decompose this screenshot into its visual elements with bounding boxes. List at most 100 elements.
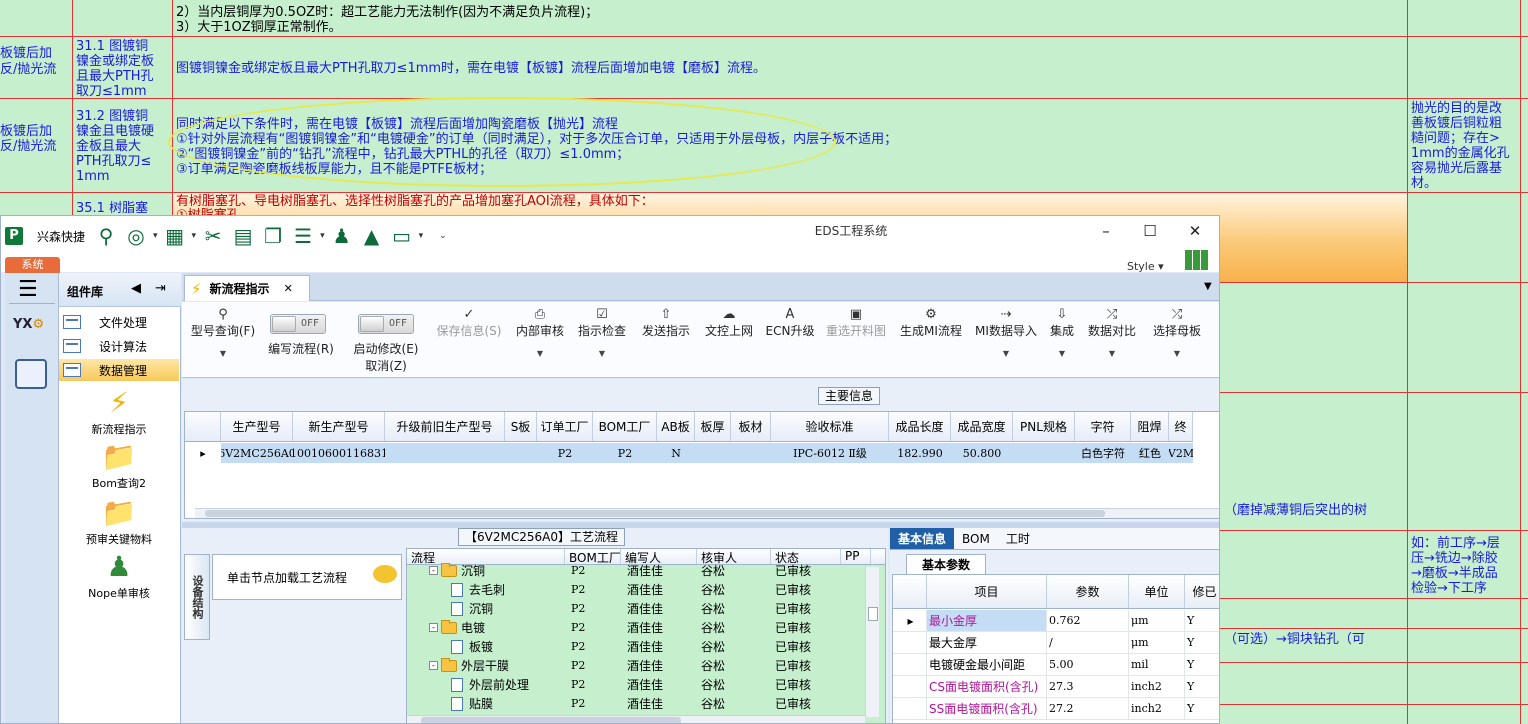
- select-mother-board-button[interactable]: ⤮ 选择母板 ▼: [1148, 308, 1206, 359]
- table-icon[interactable]: ▦: [160, 222, 190, 250]
- grid-cell[interactable]: N: [657, 443, 695, 463]
- grid-cell[interactable]: V2M: [1169, 443, 1193, 463]
- table-row[interactable]: ▸ 最小金厚 0.762 μm Y: [893, 610, 1219, 632]
- table-row[interactable]: - 电镀 P2 酒佳佳 谷松 已审核: [407, 618, 877, 637]
- column-header[interactable]: BOM工厂: [593, 412, 657, 441]
- tool-bom-query[interactable]: 📁 Bom查询2: [59, 439, 179, 491]
- table-row[interactable]: 最大金厚 / μm Y: [893, 632, 1219, 654]
- system-tab[interactable]: 系统: [5, 257, 60, 273]
- maximize-icon[interactable]: ☐: [1128, 220, 1172, 244]
- save-info-button[interactable]: ✓ 保存信息(S): [434, 308, 504, 339]
- column-header[interactable]: 升级前旧生产型号: [385, 412, 505, 441]
- column-header[interactable]: S板: [505, 412, 537, 441]
- table-row[interactable]: 去毛刺 P2 酒佳佳 谷松 已审核: [407, 580, 877, 599]
- tab-basic-info[interactable]: 基本信息: [890, 528, 955, 549]
- send-instruction-button[interactable]: ⇧ 发送指示: [640, 308, 692, 339]
- column-header[interactable]: 生产型号: [221, 412, 293, 441]
- grid-cell[interactable]: [731, 443, 771, 463]
- mi-import-button[interactable]: ⇢ MI数据导入 ▼: [972, 308, 1040, 359]
- grid-cell[interactable]: 白色字符: [1075, 443, 1131, 463]
- column-header[interactable]: AB板: [657, 412, 695, 441]
- monitor-icon[interactable]: ▭: [387, 222, 417, 250]
- flow-node[interactable]: - 电镀: [407, 619, 565, 636]
- table-row[interactable]: ▸ 6V2MC256A0 10010600116831 P2 P2 N IPC-6012 Ⅱ…: [185, 443, 1193, 463]
- grid-cell[interactable]: [505, 443, 537, 463]
- close-tab-icon[interactable]: ✕: [284, 282, 293, 295]
- start-modify-toggle[interactable]: OFF: [358, 314, 414, 334]
- column-header[interactable]: 验收标准: [771, 412, 889, 441]
- param-value-cell[interactable]: 27.2: [1047, 698, 1129, 719]
- flow-node[interactable]: 外层前处理: [407, 676, 565, 693]
- grid-cell[interactable]: IPC-6012 Ⅱ级: [771, 443, 889, 463]
- search-icon[interactable]: ⚲: [91, 222, 121, 250]
- column-header[interactable]: 订单工厂: [537, 412, 593, 441]
- grid-cell[interactable]: 182.990: [889, 443, 951, 463]
- tab-bom[interactable]: BOM: [954, 528, 998, 549]
- tool-new-flow-instruction[interactable]: ⚡ 新流程指示: [59, 385, 179, 437]
- vertical-scrollbar[interactable]: [865, 567, 879, 717]
- tab-work-hours[interactable]: 工时: [998, 528, 1038, 549]
- pin-icon[interactable]: ⇥: [155, 281, 166, 296]
- column-header[interactable]: 板厚: [695, 412, 731, 441]
- grid-cell[interactable]: [695, 443, 731, 463]
- column-header[interactable]: 板材: [731, 412, 771, 441]
- grid-cell[interactable]: [1013, 443, 1075, 463]
- column-header[interactable]: 字符: [1075, 412, 1131, 441]
- column-header[interactable]: 新生产型号: [293, 412, 385, 441]
- model-query-button[interactable]: ⚲ 型号查询(F) ▼: [188, 308, 258, 359]
- style-dropdown[interactable]: Style ▾: [1127, 260, 1164, 273]
- table-row[interactable]: CS面电镀面积(含孔) 27.3 inch2 Y: [893, 676, 1219, 698]
- collapse-left-icon[interactable]: ◀: [131, 281, 141, 296]
- minimize-icon[interactable]: –: [1084, 220, 1128, 244]
- category-file-processing[interactable]: 文件处理: [59, 311, 179, 333]
- list-icon[interactable]: ☰: [288, 222, 318, 250]
- data-compare-button[interactable]: ⤮ 数据对比 ▼: [1086, 308, 1138, 359]
- flow-node[interactable]: 去毛刺: [407, 581, 565, 598]
- flow-node[interactable]: - 外层干膜: [407, 657, 565, 674]
- table-row[interactable]: 沉铜 P2 酒佳佳 谷松 已审核: [407, 599, 877, 618]
- instruction-check-button[interactable]: ☑ 指示检查 ▼: [576, 308, 628, 359]
- ecn-upgrade-button[interactable]: A ECN升级: [764, 308, 816, 339]
- flow-node[interactable]: - 沉铜: [407, 562, 565, 579]
- edit-flow-toggle[interactable]: OFF: [270, 314, 326, 334]
- grid-cell[interactable]: 50.800: [951, 443, 1013, 463]
- param-value-cell[interactable]: 5.00: [1047, 654, 1129, 675]
- column-header[interactable]: 终: [1169, 412, 1193, 441]
- close-icon[interactable]: ✕: [1173, 220, 1217, 244]
- column-header[interactable]: 成品长度: [889, 412, 951, 441]
- customize-icon[interactable]: ⌄: [439, 231, 447, 241]
- tab-equipment-structure[interactable]: 设备结构: [184, 554, 210, 640]
- param-item-cell[interactable]: 最小金厚: [927, 610, 1047, 631]
- param-value-cell[interactable]: 0.762: [1047, 610, 1129, 631]
- scissors-icon[interactable]: ✂: [198, 222, 228, 250]
- param-value-cell[interactable]: /: [1047, 632, 1129, 653]
- table-row[interactable]: 电镀硬金最小间距 5.00 mil Y: [893, 654, 1219, 676]
- user-icon[interactable]: ♟: [327, 222, 357, 250]
- collapse-icon[interactable]: -: [429, 566, 438, 575]
- grid-cell[interactable]: 红色: [1131, 443, 1169, 463]
- copy-icon[interactable]: ❐: [258, 222, 288, 250]
- table-row[interactable]: 板镀 P2 酒佳佳 谷松 已审核: [407, 637, 877, 656]
- column-header[interactable]: 修已: [1185, 575, 1219, 608]
- collapse-icon[interactable]: -: [429, 623, 438, 632]
- column-header[interactable]: 单位: [1129, 575, 1185, 608]
- table-row[interactable]: - 外层干膜 P2 酒佳佳 谷松 已审核: [407, 656, 877, 675]
- generate-mi-button[interactable]: ⚙ 生成MI流程: [898, 308, 964, 339]
- tool-prereview-material[interactable]: 📁 预审关键物料: [59, 495, 179, 547]
- tab-basic-params[interactable]: 基本参数: [906, 554, 986, 574]
- horizontal-scrollbar[interactable]: [195, 508, 1219, 518]
- flow-node[interactable]: 板镀: [407, 638, 565, 655]
- cancel-label[interactable]: 取消(Z): [348, 357, 424, 374]
- tab-new-flow-instruction[interactable]: ⚡ 新流程指示 ✕: [184, 275, 310, 301]
- param-item-cell[interactable]: CS面电镀面积(含孔): [927, 676, 1047, 697]
- integrate-button[interactable]: ⇩ 集成 ▼: [1046, 308, 1078, 359]
- lifebuoy-icon[interactable]: ◎: [121, 222, 151, 250]
- theme-icon[interactable]: [1185, 250, 1209, 270]
- flow-node[interactable]: 沉铜: [407, 600, 565, 617]
- grid-cell[interactable]: P2: [593, 443, 657, 463]
- calendar-module-icon[interactable]: [15, 359, 47, 389]
- grid-cell[interactable]: P2: [537, 443, 593, 463]
- doc-upload-button[interactable]: ☁ 文控上网: [702, 308, 756, 339]
- param-value-cell[interactable]: 27.3: [1047, 676, 1129, 697]
- column-header[interactable]: 参数: [1047, 575, 1129, 608]
